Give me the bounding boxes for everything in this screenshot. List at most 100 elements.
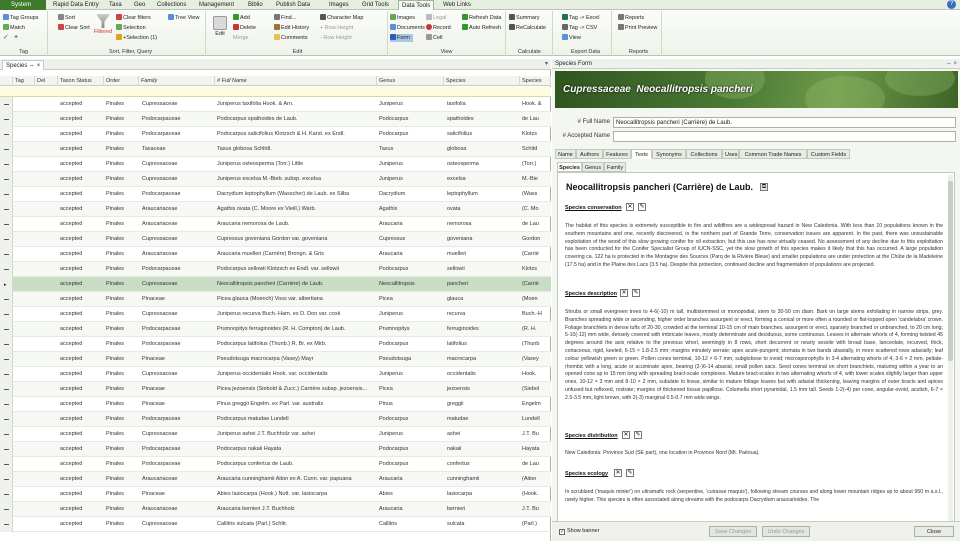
edit-button[interactable]: Edit xyxy=(212,16,228,38)
table-cell[interactable]: accepted xyxy=(60,202,104,217)
table-cell[interactable]: J.T. Bu xyxy=(522,427,551,442)
tab-name[interactable]: Name xyxy=(555,149,576,159)
table-cell[interactable]: Podocarpus xyxy=(379,442,445,457)
table-cell[interactable]: (Carriè xyxy=(522,247,551,262)
close-icon[interactable]: ▾ xyxy=(545,60,548,67)
content-scrollbar[interactable] xyxy=(948,175,953,521)
table-cell[interactable]: Neocallitropsis xyxy=(379,277,445,292)
table-cell[interactable]: accepted xyxy=(60,157,104,172)
table-row[interactable]: accepted Pinales Taxaceae Taxus globosa Sch… xyxy=(0,142,551,157)
table-cell[interactable]: Gordon xyxy=(522,232,551,247)
table-cell[interactable]: (Aiton xyxy=(522,472,551,487)
column-header[interactable]: Del xyxy=(35,76,58,86)
table-cell[interactable]: Pinus greggii Engelm. ex Parl. var. aust… xyxy=(217,397,377,412)
delete-button[interactable]: Delete xyxy=(233,24,256,32)
table-cell[interactable]: (Carriè xyxy=(522,277,551,292)
table-cell[interactable]: Araucariaceae xyxy=(142,217,216,232)
print-preview-button[interactable]: Print Preview xyxy=(618,24,657,32)
table-cell[interactable]: spathoides xyxy=(447,112,521,127)
table-cell[interactable]: leptophyllum xyxy=(447,187,521,202)
column-header[interactable]: Order xyxy=(104,76,139,86)
table-cell[interactable]: pancheri xyxy=(447,277,521,292)
table-cell[interactable]: Hook. & xyxy=(522,97,551,112)
table-cell[interactable]: Pinales xyxy=(106,247,140,262)
table-cell[interactable]: Pinales xyxy=(106,382,140,397)
row-height-decrease-button[interactable]: - Row Height xyxy=(320,34,352,42)
edit-section-icon[interactable]: ✎ xyxy=(626,469,634,477)
row-selector[interactable] xyxy=(0,292,13,307)
recalculate-button[interactable]: ReCalculate xyxy=(509,24,546,32)
table-cell[interactable]: matudae xyxy=(447,412,521,427)
table-cell[interactable]: accepted xyxy=(60,457,104,472)
table-cell[interactable]: Juniperus excelsa M.-Bieb. subsp. excels… xyxy=(217,172,377,187)
record-button[interactable]: Record xyxy=(426,24,451,32)
table-cell[interactable]: Pinales xyxy=(106,202,140,217)
tab-rapid-data-entry[interactable]: Rapid Data Entry xyxy=(50,0,102,10)
table-cell[interactable]: Juniperus xyxy=(379,307,445,322)
table-cell[interactable]: Pseudotsuga xyxy=(379,352,445,367)
table-cell[interactable]: (Torr.) xyxy=(522,157,551,172)
table-cell[interactable]: Pinales xyxy=(106,292,140,307)
row-selector[interactable] xyxy=(0,502,13,517)
row-selector[interactable] xyxy=(0,127,13,142)
table-cell[interactable]: sulcata xyxy=(447,517,521,532)
column-header[interactable]: Taxon Status xyxy=(58,76,104,86)
table-cell[interactable]: Pinales xyxy=(106,322,140,337)
table-cell[interactable]: Araucaria xyxy=(379,472,445,487)
table-row[interactable]: accepted Pinales Araucariaceae Araucaria ne… xyxy=(0,217,551,232)
table-cell[interactable]: Juniperus taxifolia Hook. & Arn. xyxy=(217,97,377,112)
filtered-button[interactable]: Filtered xyxy=(92,14,114,36)
table-cell[interactable]: Pinales xyxy=(106,277,140,292)
table-cell[interactable]: (C. Mo xyxy=(522,202,551,217)
table-cell[interactable]: globosa xyxy=(447,142,521,157)
table-cell[interactable]: Podocarpus xyxy=(379,112,445,127)
table-cell[interactable]: (Parl.) xyxy=(522,517,551,532)
table-cell[interactable]: Juniperus xyxy=(379,172,445,187)
table-cell[interactable]: Podocarpus xyxy=(379,412,445,427)
table-cell[interactable]: Buch.-H xyxy=(522,307,551,322)
table-cell[interactable]: Podocarpaceae xyxy=(142,322,216,337)
row-height-increase-button[interactable]: + Row Height xyxy=(320,24,353,32)
table-cell[interactable]: Picea xyxy=(379,292,445,307)
table-cell[interactable]: Pinales xyxy=(106,232,140,247)
subtab-species[interactable]: Species xyxy=(557,162,582,172)
save-changes-button[interactable]: Save Changes xyxy=(709,526,757,537)
table-cell[interactable]: Podocarpus spathoides de Laub. xyxy=(217,112,377,127)
table-row[interactable]: accepted Pinales Araucariaceae Araucaria be… xyxy=(0,502,551,517)
table-cell[interactable]: accepted xyxy=(60,232,104,247)
row-selector[interactable] xyxy=(0,352,13,367)
column-header[interactable]: Species xyxy=(520,76,551,86)
table-row[interactable]: accepted Pinales Cupressaceae Juniperus rec… xyxy=(0,307,551,322)
reports-button[interactable]: Reports xyxy=(618,14,644,22)
table-cell[interactable]: Prumnopitys xyxy=(379,322,445,337)
table-cell[interactable]: accepted xyxy=(60,172,104,187)
table-cell[interactable]: excelsa xyxy=(447,172,521,187)
table-cell[interactable]: Araucariaceae xyxy=(142,202,216,217)
table-cell[interactable]: Abies lasiocarpa (Hook.) Nutt. var. lasi… xyxy=(217,487,377,502)
table-cell[interactable]: Pinales xyxy=(106,517,140,532)
table-row[interactable]: accepted Pinales Podocarpaceae Prumnopitys … xyxy=(0,322,551,337)
table-cell[interactable]: Engelm xyxy=(522,397,551,412)
clear-filters-button[interactable]: Clear filters xyxy=(116,14,151,22)
table-row[interactable]: accepted Pinales Podocarpaceae Podocarpus s… xyxy=(0,112,551,127)
table-cell[interactable]: (Hook. xyxy=(522,487,551,502)
row-selector[interactable] xyxy=(0,247,13,262)
table-cell[interactable]: Abies xyxy=(379,487,445,502)
table-cell[interactable]: Juniperus xyxy=(379,157,445,172)
table-cell[interactable]: Taxus xyxy=(379,142,445,157)
tab-images[interactable]: Images xyxy=(326,0,352,10)
column-header[interactable]: Tag xyxy=(13,76,35,86)
table-cell[interactable]: Pinales xyxy=(106,427,140,442)
edit-section-icon[interactable]: ✎ xyxy=(634,431,642,439)
column-header[interactable]: Species xyxy=(444,76,520,86)
table-row[interactable]: accepted Pinales Cupressaceae Juniperus tax… xyxy=(0,97,551,112)
table-cell[interactable]: accepted xyxy=(60,352,104,367)
table-cell[interactable]: Klotzs xyxy=(522,262,551,277)
images-button[interactable]: Images xyxy=(390,14,415,22)
table-cell[interactable]: de Lau xyxy=(522,457,551,472)
table-cell[interactable]: Pinus xyxy=(379,397,445,412)
table-cell[interactable]: greggii xyxy=(447,397,521,412)
table-cell[interactable]: Cupressaceae xyxy=(142,232,216,247)
tab-texts[interactable]: Texts xyxy=(631,149,652,159)
row-selector[interactable] xyxy=(0,367,13,382)
